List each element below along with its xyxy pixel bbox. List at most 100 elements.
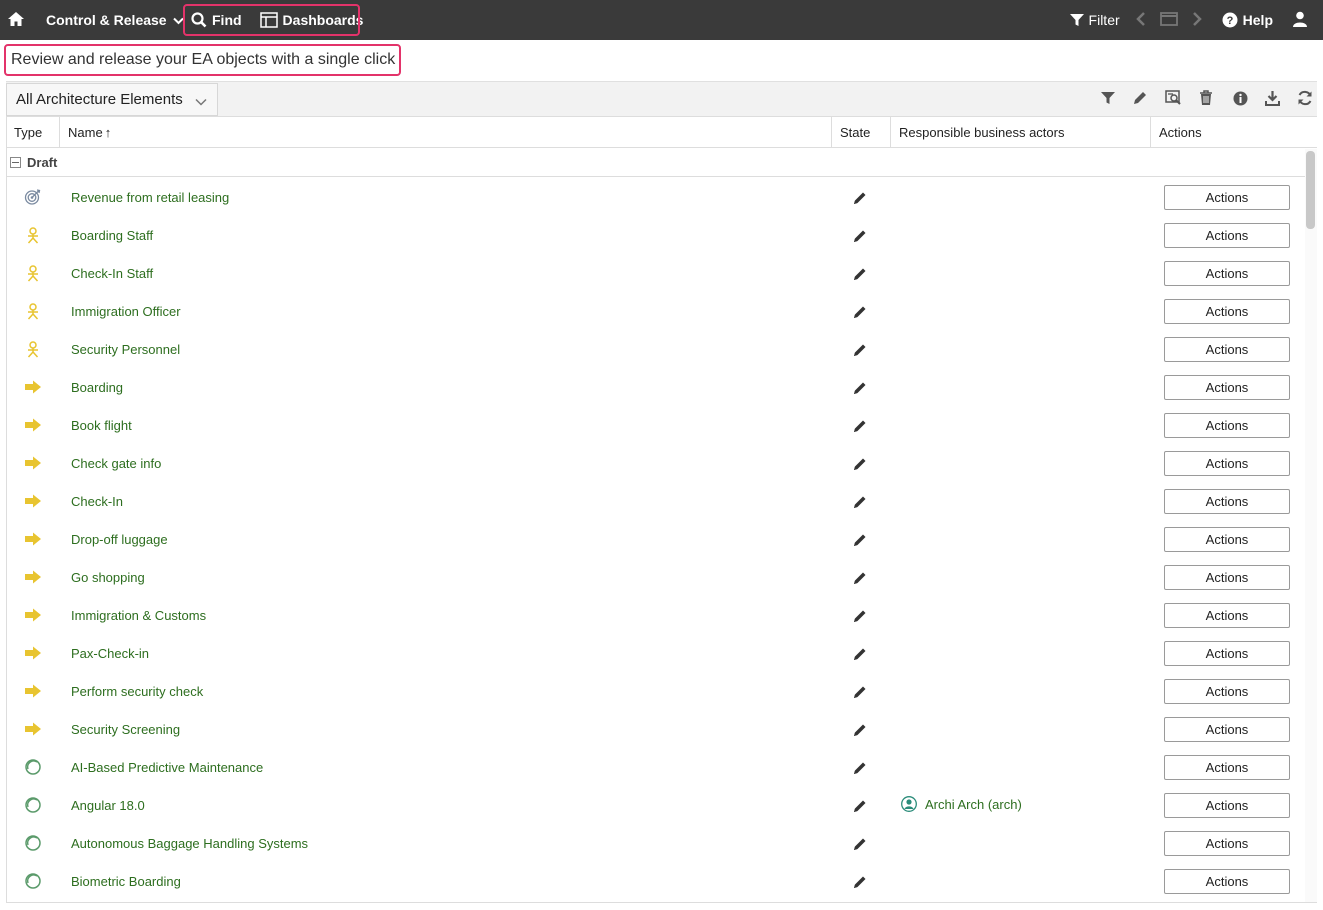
element-name-link[interactable]: AI-Based Predictive Maintenance bbox=[71, 760, 263, 775]
actions-button[interactable]: Actions bbox=[1164, 185, 1290, 210]
home-button[interactable] bbox=[0, 0, 32, 40]
trash-icon[interactable] bbox=[1199, 90, 1213, 106]
control-release-menu[interactable]: Control & Release bbox=[46, 12, 184, 28]
element-name-link[interactable]: Perform security check bbox=[71, 684, 203, 699]
table-row[interactable]: Drop-off luggage Actions bbox=[6, 520, 1305, 558]
element-name-link[interactable]: Boarding bbox=[71, 380, 123, 395]
element-type-select[interactable]: All Architecture Elements bbox=[6, 83, 218, 116]
element-name-link[interactable]: Boarding Staff bbox=[71, 228, 153, 243]
element-name-link[interactable]: Check gate info bbox=[71, 456, 161, 471]
window-icon bbox=[1159, 11, 1178, 29]
draft-state-icon bbox=[852, 836, 868, 855]
column-header-responsible[interactable]: Responsible business actors bbox=[891, 117, 1151, 147]
table-row[interactable]: Check-In Actions bbox=[6, 482, 1305, 520]
table-row[interactable]: Boarding Actions bbox=[6, 368, 1305, 406]
forward-button[interactable] bbox=[1192, 11, 1202, 29]
group-header-draft[interactable]: Draft bbox=[6, 149, 1305, 177]
actions-button[interactable]: Actions bbox=[1164, 223, 1290, 248]
responsible-actor-link[interactable]: Archi Arch (arch) bbox=[901, 796, 1022, 812]
filter-button[interactable]: Filter bbox=[1069, 12, 1120, 28]
actions-button[interactable]: Actions bbox=[1164, 603, 1290, 628]
column-header-actions[interactable]: Actions bbox=[1151, 117, 1317, 147]
table-row[interactable]: Boarding Staff Actions bbox=[6, 216, 1305, 254]
user-avatar-icon bbox=[901, 796, 917, 812]
column-header-type[interactable]: Type bbox=[6, 117, 60, 147]
element-name-link[interactable]: Immigration & Customs bbox=[71, 608, 206, 623]
table-row[interactable]: Immigration Officer Actions bbox=[6, 292, 1305, 330]
actions-button[interactable]: Actions bbox=[1164, 489, 1290, 514]
user-menu-button[interactable] bbox=[1293, 11, 1307, 30]
process-icon bbox=[24, 721, 42, 737]
table-row[interactable]: Autonomous Baggage Handling Systems Actio… bbox=[6, 824, 1305, 862]
actions-button[interactable]: Actions bbox=[1164, 641, 1290, 666]
back-button[interactable] bbox=[1135, 11, 1146, 29]
review-icon[interactable] bbox=[1165, 90, 1182, 106]
actions-button[interactable]: Actions bbox=[1164, 755, 1290, 780]
actions-button[interactable]: Actions bbox=[1164, 413, 1290, 438]
actions-button[interactable]: Actions bbox=[1164, 451, 1290, 476]
draft-state-icon bbox=[852, 494, 868, 513]
table-row[interactable]: Pax-Check-in Actions bbox=[6, 634, 1305, 672]
element-name-link[interactable]: Book flight bbox=[71, 418, 132, 433]
element-name-link[interactable]: Check-In Staff bbox=[71, 266, 153, 281]
table-row[interactable]: Immigration & Customs Actions bbox=[6, 596, 1305, 634]
help-button[interactable]: ? Help bbox=[1222, 12, 1273, 28]
table-row[interactable]: Book flight Actions bbox=[6, 406, 1305, 444]
element-name-link[interactable]: Biometric Boarding bbox=[71, 874, 181, 889]
element-name-link[interactable]: Go shopping bbox=[71, 570, 145, 585]
element-name-link[interactable]: Pax-Check-in bbox=[71, 646, 149, 661]
filter-icon[interactable] bbox=[1101, 91, 1115, 105]
actions-button[interactable]: Actions bbox=[1164, 261, 1290, 286]
svg-text:?: ? bbox=[1226, 15, 1233, 27]
element-name-link[interactable]: Security Screening bbox=[71, 722, 180, 737]
column-header-name[interactable]: Name ↑ bbox=[60, 117, 832, 147]
actions-button[interactable]: Actions bbox=[1164, 527, 1290, 552]
actions-button[interactable]: Actions bbox=[1164, 793, 1290, 818]
table-row[interactable]: Revenue from retail leasing Actions bbox=[6, 178, 1305, 216]
table-row[interactable]: Biometric Boarding Actions bbox=[6, 862, 1305, 900]
table-row[interactable]: Perform security check Actions bbox=[6, 672, 1305, 710]
actor-icon bbox=[24, 226, 42, 244]
scrollbar-thumb[interactable] bbox=[1306, 151, 1315, 229]
table-row[interactable]: Go shopping Actions bbox=[6, 558, 1305, 596]
toolbar-icons bbox=[1084, 90, 1313, 106]
download-icon[interactable] bbox=[1265, 90, 1280, 106]
table-row[interactable]: Security Personnel Actions bbox=[6, 330, 1305, 368]
draft-state-icon bbox=[852, 342, 868, 361]
element-name-link[interactable]: Check-In bbox=[71, 494, 123, 509]
actions-button[interactable]: Actions bbox=[1164, 717, 1290, 742]
edit-icon[interactable] bbox=[1132, 90, 1148, 106]
actions-button[interactable]: Actions bbox=[1164, 375, 1290, 400]
element-name-link[interactable]: Security Personnel bbox=[71, 342, 180, 357]
process-icon bbox=[24, 569, 42, 585]
column-label: Responsible business actors bbox=[899, 124, 1065, 140]
actions-button[interactable]: Actions bbox=[1164, 869, 1290, 894]
table-row[interactable]: AI-Based Predictive Maintenance Actions bbox=[6, 748, 1305, 786]
draft-state-icon bbox=[852, 760, 868, 779]
element-name-link[interactable]: Immigration Officer bbox=[71, 304, 181, 319]
actions-button[interactable]: Actions bbox=[1164, 831, 1290, 856]
element-name-link[interactable]: Autonomous Baggage Handling Systems bbox=[71, 836, 308, 851]
element-name-link[interactable]: Angular 18.0 bbox=[71, 798, 145, 813]
window-button[interactable] bbox=[1159, 11, 1178, 29]
column-label: State bbox=[840, 124, 871, 140]
process-icon bbox=[24, 531, 42, 547]
element-name-link[interactable]: Drop-off luggage bbox=[71, 532, 168, 547]
table-row[interactable]: Check-In Staff Actions bbox=[6, 254, 1305, 292]
actions-button[interactable]: Actions bbox=[1164, 299, 1290, 324]
process-icon bbox=[24, 455, 42, 471]
table-row[interactable]: Check gate info Actions bbox=[6, 444, 1305, 482]
column-header-state[interactable]: State bbox=[832, 117, 891, 147]
actions-button[interactable]: Actions bbox=[1164, 565, 1290, 590]
actor-icon bbox=[24, 302, 42, 320]
element-name-link[interactable]: Revenue from retail leasing bbox=[71, 190, 229, 205]
actions-button[interactable]: Actions bbox=[1164, 337, 1290, 362]
refresh-icon[interactable] bbox=[1297, 90, 1313, 106]
scrollbar-track[interactable] bbox=[1305, 149, 1317, 903]
filter-icon bbox=[1069, 13, 1084, 27]
info-icon[interactable] bbox=[1233, 91, 1248, 106]
table-row[interactable]: Security Screening Actions bbox=[6, 710, 1305, 748]
table-row[interactable]: Angular 18.0 Archi Arch (arch) Actions bbox=[6, 786, 1305, 824]
collapse-icon[interactable] bbox=[10, 157, 21, 168]
actions-button[interactable]: Actions bbox=[1164, 679, 1290, 704]
